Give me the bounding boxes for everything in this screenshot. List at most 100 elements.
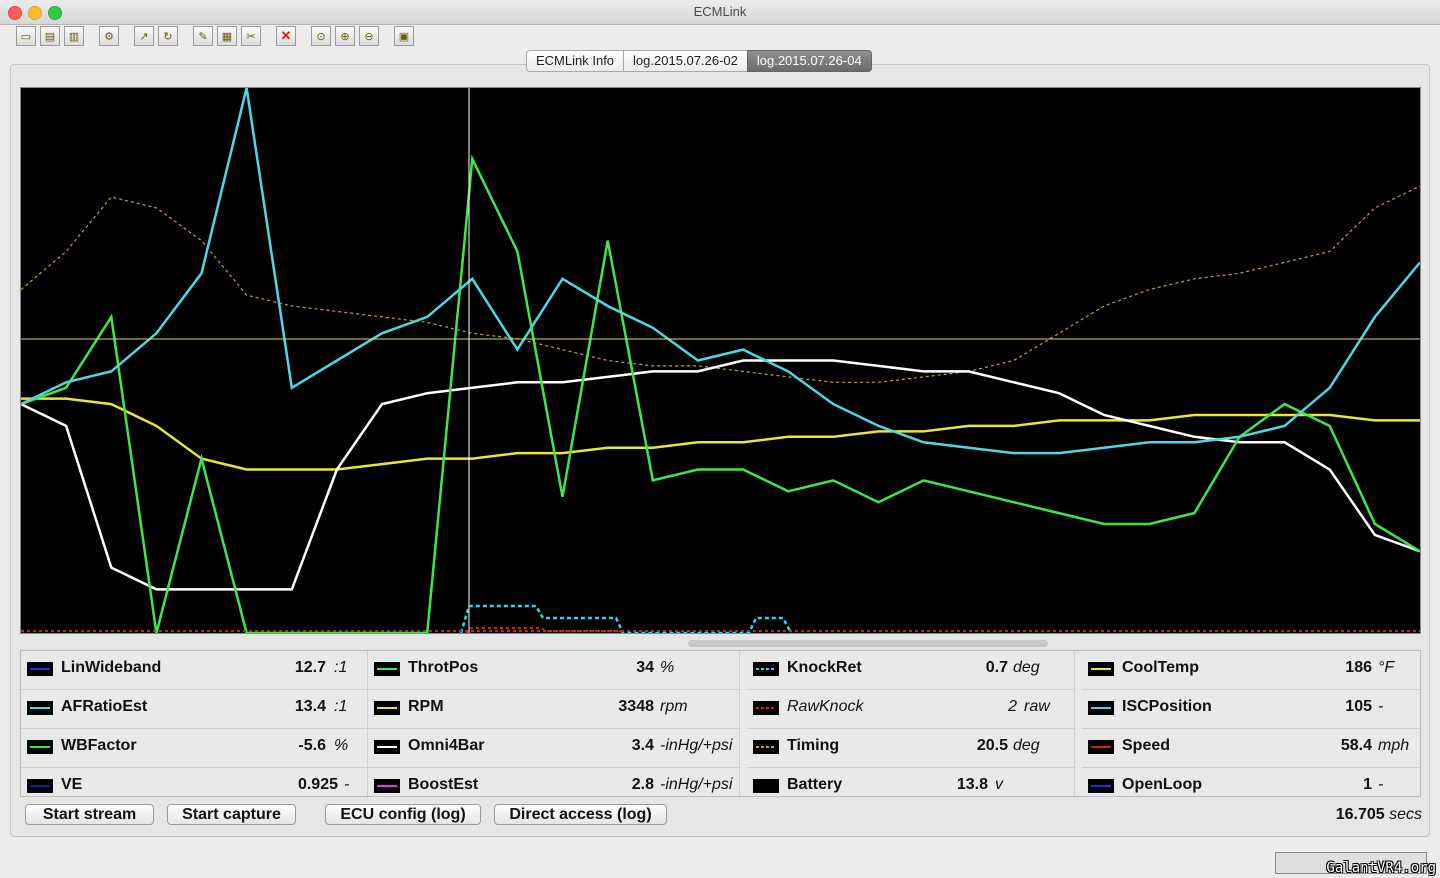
param-iscposition[interactable]: ISCPosition 105 - bbox=[1082, 690, 1420, 729]
ecu-config-button[interactable]: ECU config (log) bbox=[325, 804, 481, 825]
wbfactor-swatch bbox=[27, 740, 53, 754]
param-name: AFRatioEst bbox=[61, 698, 148, 715]
zoom-reset-icon[interactable]: ⊙ bbox=[311, 26, 331, 46]
param-name: WBFactor bbox=[61, 737, 137, 754]
trace-omni4bar bbox=[21, 359, 1420, 591]
open-folder-icon[interactable]: ▭ bbox=[16, 26, 36, 46]
param-value: 2 bbox=[1008, 698, 1017, 715]
close-icon[interactable]: ✕ bbox=[276, 26, 296, 46]
param-unit: -inHg/+psi bbox=[660, 737, 733, 754]
param-name: Speed bbox=[1122, 737, 1171, 754]
param-name: Timing bbox=[787, 737, 840, 754]
trace-throtpos bbox=[21, 154, 1420, 633]
tab-ecmlink-info[interactable]: ECMLink Info bbox=[526, 50, 624, 72]
rpm-swatch bbox=[374, 701, 400, 715]
omni4bar-swatch bbox=[374, 740, 400, 754]
tools-icon[interactable]: ✂ bbox=[241, 26, 261, 46]
param-value: 105 bbox=[1345, 698, 1372, 715]
param-value: 58.4 bbox=[1340, 737, 1372, 754]
param-throtpos[interactable]: ThrotPos 34 % bbox=[368, 651, 740, 690]
speed-swatch bbox=[1088, 740, 1114, 754]
param-rpm[interactable]: RPM 3348 rpm bbox=[368, 690, 740, 729]
export-icon[interactable]: ↗ bbox=[134, 26, 154, 46]
settings-icon[interactable]: ⚙ bbox=[99, 26, 119, 46]
param-wbfactor[interactable]: WBFactor -5.6 % bbox=[21, 729, 368, 768]
elapsed-time-unit: secs bbox=[1389, 806, 1422, 823]
param-unit: rpm bbox=[660, 698, 688, 715]
log-chart[interactable] bbox=[20, 87, 1421, 634]
param-name: KnockRet bbox=[787, 659, 862, 676]
zoom-out-icon[interactable]: ⊖ bbox=[359, 26, 379, 46]
param-timing[interactable]: Timing 20.5 deg bbox=[747, 729, 1075, 768]
ve-swatch bbox=[27, 779, 53, 793]
param-value: 2.8 bbox=[631, 776, 654, 793]
chart-scrollbar[interactable] bbox=[688, 640, 1048, 647]
save-as-icon[interactable]: ▥ bbox=[64, 26, 84, 46]
param-value: 34 bbox=[636, 659, 654, 676]
boostest-swatch bbox=[374, 779, 400, 793]
param-unit: mph bbox=[1378, 737, 1410, 754]
param-unit: - bbox=[344, 776, 350, 793]
param-name: Battery bbox=[787, 776, 843, 793]
param-name: VE bbox=[61, 776, 83, 793]
trace-afratioest bbox=[21, 88, 1420, 455]
parameter-grid: LinWideband 12.7 :1 AFRatioEst 13.4 :1 W… bbox=[20, 650, 1421, 798]
direct-access-button[interactable]: Direct access (log) bbox=[494, 804, 667, 825]
param-unit: % bbox=[334, 737, 349, 754]
knockret-swatch bbox=[753, 662, 779, 676]
param-unit: °F bbox=[1378, 659, 1395, 676]
param-value: 3.4 bbox=[631, 737, 654, 754]
refresh-icon[interactable]: ↻ bbox=[158, 26, 178, 46]
param-omni4bar[interactable]: Omni4Bar 3.4 -inHg/+psi bbox=[368, 729, 740, 768]
edit-icon[interactable]: ✎ bbox=[193, 26, 213, 46]
param-unit: - bbox=[1378, 698, 1384, 715]
param-name: CoolTemp bbox=[1122, 659, 1200, 676]
elapsed-time: 16.705 secs bbox=[1336, 806, 1422, 824]
tab-log-02[interactable]: log.2015.07.26-02 bbox=[623, 50, 747, 72]
tab-log-04[interactable]: log.2015.07.26-04 bbox=[746, 50, 872, 72]
param-name: ThrotPos bbox=[408, 659, 479, 676]
save-icon[interactable]: ▤ bbox=[40, 26, 60, 46]
param-unit: - bbox=[1378, 776, 1384, 793]
param-speed[interactable]: Speed 58.4 mph bbox=[1082, 729, 1420, 768]
param-ve[interactable]: VE 0.925 - bbox=[21, 768, 368, 798]
start-stream-button[interactable]: Start stream bbox=[25, 804, 154, 825]
cooltemp-swatch bbox=[1088, 662, 1114, 676]
param-knockret[interactable]: KnockRet 0.7 deg bbox=[747, 651, 1075, 690]
tab-bar: ECMLink Info log.2015.07.26-02 log.2015.… bbox=[526, 50, 872, 72]
toolbar: ▭ ▤ ▥ ⚙ ↗ ↻ ✎ ▦ ✂ ✕ ⊙ ⊕ ⊖ ▣ bbox=[0, 24, 1440, 48]
param-unit: :1 bbox=[334, 698, 348, 715]
param-openloop[interactable]: OpenLoop 1 - bbox=[1082, 768, 1420, 798]
iscposition-swatch bbox=[1088, 701, 1114, 715]
param-afratioest[interactable]: AFRatioEst 13.4 :1 bbox=[21, 690, 368, 729]
param-name: RPM bbox=[408, 698, 444, 715]
param-value: 1 bbox=[1363, 776, 1372, 793]
param-name: Omni4Bar bbox=[408, 737, 485, 754]
param-name: BoostEst bbox=[408, 776, 479, 793]
param-unit: v bbox=[995, 776, 1003, 793]
param-value: 20.5 bbox=[976, 737, 1008, 754]
afratioest-swatch bbox=[27, 701, 53, 715]
map-icon[interactable]: ▣ bbox=[394, 26, 414, 46]
param-value: 13.4 bbox=[294, 698, 326, 715]
trace-timing bbox=[21, 185, 1420, 383]
param-boostest[interactable]: BoostEst 2.8 -inHg/+psi bbox=[368, 768, 740, 798]
param-unit: -inHg/+psi bbox=[660, 776, 733, 793]
trace-rpm bbox=[21, 397, 1420, 471]
param-rawknock[interactable]: RawKnock 2 raw bbox=[747, 690, 1075, 729]
param-value: 12.7 bbox=[294, 659, 326, 676]
param-battery[interactable]: Battery 13.8 v bbox=[747, 768, 1075, 798]
title-bar: ECMLink bbox=[0, 0, 1440, 25]
param-value: 3348 bbox=[618, 698, 654, 715]
knockret-trace bbox=[459, 604, 793, 633]
param-linwideband[interactable]: LinWideband 12.7 :1 bbox=[21, 651, 368, 690]
table-icon[interactable]: ▦ bbox=[217, 26, 237, 46]
battery-swatch bbox=[753, 779, 779, 793]
param-value: 0.925 bbox=[297, 776, 338, 793]
zoom-in-icon[interactable]: ⊕ bbox=[335, 26, 355, 46]
rawknock-swatch bbox=[753, 701, 779, 715]
openloop-swatch bbox=[1088, 779, 1114, 793]
param-cooltemp[interactable]: CoolTemp 186 °F bbox=[1082, 651, 1420, 690]
start-capture-button[interactable]: Start capture bbox=[167, 804, 296, 825]
throtpos-swatch bbox=[374, 662, 400, 676]
